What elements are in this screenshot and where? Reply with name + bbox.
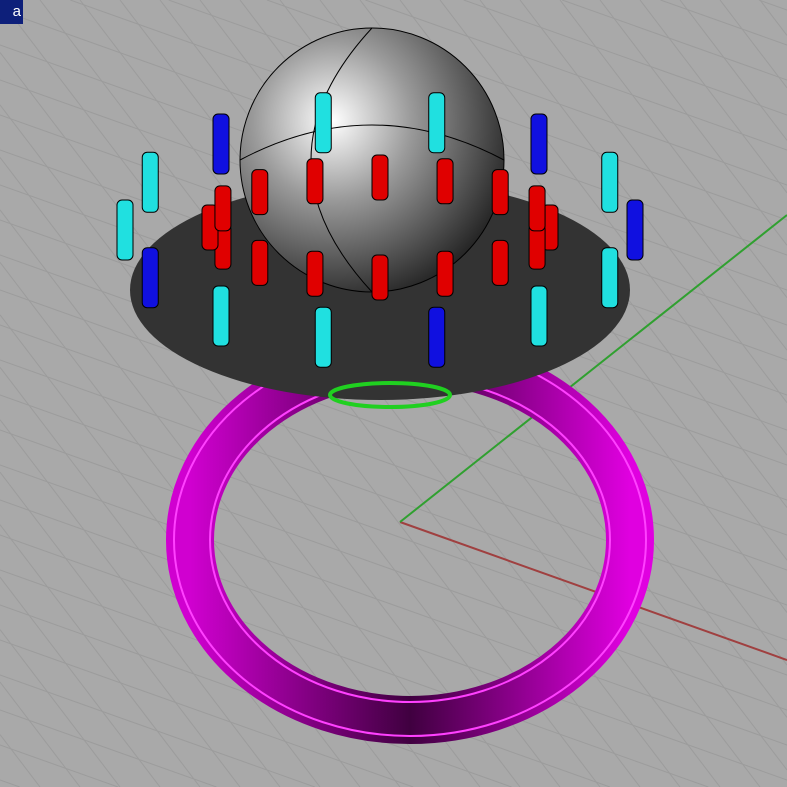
3d-scene[interactable] bbox=[0, 0, 787, 787]
grid-line bbox=[0, 419, 281, 787]
grid-line bbox=[0, 709, 217, 787]
prong bbox=[626, 199, 644, 261]
viewport-title[interactable]: a bbox=[0, 0, 23, 24]
prong bbox=[214, 185, 232, 232]
prong bbox=[530, 285, 548, 347]
grid-line bbox=[0, 394, 787, 676]
prong bbox=[141, 247, 159, 309]
grid-line bbox=[679, 0, 787, 141]
grid-line bbox=[0, 744, 119, 787]
prong bbox=[371, 254, 389, 301]
grid-line bbox=[719, 0, 787, 89]
prong bbox=[314, 306, 332, 368]
prong bbox=[251, 239, 269, 286]
prong bbox=[251, 169, 269, 216]
prong bbox=[306, 250, 324, 297]
prong bbox=[141, 151, 159, 213]
prong bbox=[212, 285, 230, 347]
prong bbox=[116, 199, 134, 261]
grid-line bbox=[0, 779, 20, 787]
grid-line bbox=[0, 429, 787, 711]
prong bbox=[601, 151, 619, 213]
grid-line bbox=[0, 576, 161, 787]
prong bbox=[306, 158, 324, 205]
grid-line bbox=[561, 0, 787, 81]
prong bbox=[314, 92, 332, 154]
grid-line bbox=[660, 0, 787, 46]
grid-line bbox=[0, 629, 121, 787]
prong bbox=[528, 185, 546, 232]
perspective-viewport[interactable]: a bbox=[0, 0, 787, 787]
grid-line bbox=[0, 734, 41, 787]
grid-line bbox=[758, 0, 787, 11]
prong bbox=[491, 169, 509, 216]
prong bbox=[436, 250, 454, 297]
prong bbox=[212, 113, 230, 175]
prong bbox=[601, 247, 619, 309]
grid-line bbox=[0, 359, 787, 641]
grid-line bbox=[463, 0, 787, 116]
prong bbox=[428, 306, 446, 368]
prong bbox=[371, 154, 389, 201]
prong bbox=[428, 92, 446, 154]
prong bbox=[436, 158, 454, 205]
grid-line bbox=[639, 0, 787, 194]
grid-line bbox=[0, 366, 321, 787]
prong bbox=[530, 113, 548, 175]
prong bbox=[491, 239, 509, 286]
ring-band bbox=[166, 336, 654, 744]
